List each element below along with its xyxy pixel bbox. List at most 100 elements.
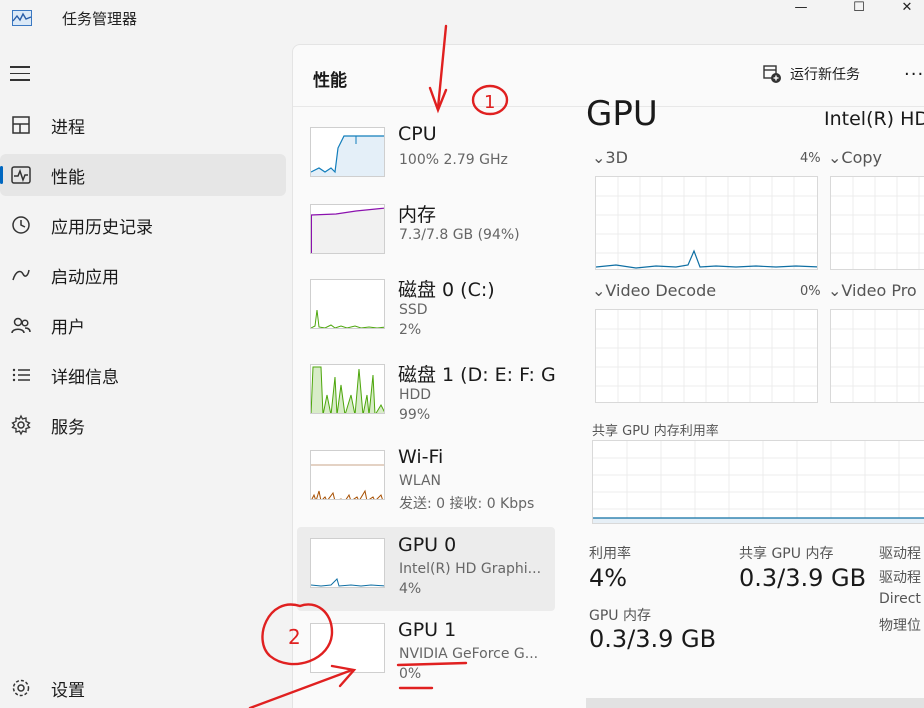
side-label-directx: Direct [879,591,921,607]
device-sub-gpu-1-usage: 0% [399,666,422,682]
engine-pct-3d: 4% [800,151,821,166]
gpu-detail-title: GPU [586,94,658,134]
new-task-icon [763,65,781,83]
engine-label-copy: Copy [841,148,882,167]
engine-label-video-decode: Video Decode [605,281,717,300]
engine-dropdown-video-decode[interactable]: ⌄Video Decode [592,281,716,300]
engine-dropdown-copy[interactable]: ⌄Copy [828,148,882,167]
gpu1-thumbnail-graph [310,623,385,673]
side-label-driver-date: 驱动程 [879,570,921,586]
close-button[interactable]: ✕ [884,0,924,20]
performance-icon [11,166,31,184]
device-gpu-1[interactable]: GPU 1 NVIDIA GeForce G... 0% [297,612,555,696]
engine-graph-copy [830,176,924,270]
stat-label-utilization: 利用率 [589,546,631,562]
app-history-icon [12,216,30,234]
device-sub-disk-0-usage: 2% [399,322,422,338]
device-sub-gpu-0-usage: 4% [399,581,422,597]
engine-dropdown-video-processing[interactable]: ⌄Video Pro [828,281,917,300]
chevron-down-icon: ⌄ [828,281,842,300]
nav-item-services[interactable]: 服务 [0,404,286,446]
run-new-task-label: 运行新任务 [790,67,860,83]
nav-label-performance: 性能 [51,167,85,188]
nav-label-startup-apps: 启动应用 [51,267,119,288]
device-name-disk-0: 磁盘 0 (C:) [398,279,495,301]
nav-label-services: 服务 [51,417,85,438]
device-sub-memory: 7.3/7.8 GB (94%) [399,227,520,243]
nav-label-details: 详细信息 [51,367,119,388]
device-sub-disk-1-type: HDD [399,387,432,403]
gpu0-thumbnail-graph [310,538,385,588]
cpu-thumbnail-graph [310,127,385,177]
device-gpu-0[interactable]: GPU 0 Intel(R) HD Graphi... 4% [297,527,555,611]
more-options-button[interactable]: ··· [904,64,924,85]
device-sub-disk-1-usage: 99% [399,407,431,423]
startup-apps-icon [12,269,30,281]
side-label-driver-version: 驱动程 [879,546,921,562]
maximize-icon: ☐ [853,0,865,15]
horizontal-scrollbar[interactable] [586,698,924,708]
close-icon: ✕ [901,0,913,15]
device-wifi[interactable]: Wi-Fi WLAN 发送: 0 接收: 0 Kbps [297,443,555,527]
engine-dropdown-3d[interactable]: ⌄3D [592,148,628,167]
device-name-gpu-0: GPU 0 [398,534,457,556]
device-name-wifi: Wi-Fi [398,446,444,468]
side-label-physical-location: 物理位 [879,618,921,634]
users-icon [11,317,31,334]
engine-pct-video-decode: 0% [800,284,821,299]
nav-item-users[interactable]: 用户 [0,304,286,346]
wifi-thumbnail-graph [310,450,385,500]
run-new-task-button[interactable]: 运行新任务 [762,64,860,84]
stat-value-gpu-memory: 0.3/3.9 GB [589,625,717,653]
device-name-disk-1: 磁盘 1 (D: E: F: G [398,364,556,386]
title-bar: 任务管理器 — ☐ ✕ [0,0,924,36]
engine-graph-3d [595,176,818,270]
nav-label-processes: 进程 [51,117,85,138]
engine-graph-video-processing [830,309,924,403]
chevron-down-icon: ⌄ [592,148,606,167]
nav-item-processes[interactable]: 进程 [0,104,286,146]
device-cpu[interactable]: CPU 100% 2.79 GHz [297,120,555,204]
chevron-down-icon: ⌄ [592,281,606,300]
nav-item-details[interactable]: 详细信息 [0,354,286,396]
device-name-memory: 内存 [398,204,437,226]
nav-label-users: 用户 [51,317,85,338]
nav-label-app-history: 应用历史记录 [51,217,153,238]
hamburger-menu-icon[interactable] [10,66,30,82]
maximize-button[interactable]: ☐ [836,0,882,20]
minimize-button[interactable]: — [778,0,824,20]
device-disk-1[interactable]: 磁盘 1 (D: E: F: G HDD 99% [297,357,556,441]
device-sub-gpu-1-model: NVIDIA GeForce G... [399,646,539,662]
engine-label-video-processing: Video Pro [841,281,917,300]
stat-label-gpu-memory: GPU 内存 [589,608,651,624]
chevron-down-icon: ⌄ [828,148,842,167]
shared-gpu-memory-graph-label: 共享 GPU 内存利用率 [592,424,719,439]
device-name-cpu: CPU [398,123,437,145]
nav-item-performance[interactable]: 性能 [0,154,286,196]
active-indicator [0,166,3,184]
gpu-detail-model: Intel(R) HD [824,108,924,130]
nav-item-startup-apps[interactable]: 启动应用 [0,254,286,296]
device-sub-disk-0-type: SSD [399,302,428,318]
nav-label-settings: 设置 [51,680,85,701]
settings-gear-icon [12,679,30,697]
task-manager-app-icon [12,10,32,26]
minimize-icon: — [794,0,808,15]
device-name-gpu-1: GPU 1 [398,619,457,641]
window-title: 任务管理器 [62,10,138,28]
disk1-thumbnail-graph [310,364,385,414]
stat-label-shared-gpu-memory: 共享 GPU 内存 [739,546,834,562]
engine-label-3d: 3D [605,148,628,167]
engine-graph-video-decode [595,309,818,403]
nav-item-app-history[interactable]: 应用历史记录 [0,204,286,246]
device-sub-cpu: 100% 2.79 GHz [399,152,508,168]
memory-thumbnail-graph [310,204,385,254]
shared-gpu-memory-graph [592,440,924,524]
device-sub-gpu-0-model: Intel(R) HD Graphi... [399,561,542,577]
device-memory[interactable]: 内存 7.3/7.8 GB (94%) [297,197,555,281]
device-sub-wifi-type: WLAN [399,473,442,489]
device-disk-0[interactable]: 磁盘 0 (C:) SSD 2% [297,272,555,356]
disk0-thumbnail-graph [310,279,385,329]
stat-value-utilization: 4% [589,564,628,592]
nav-item-settings[interactable]: 设置 [0,667,286,708]
